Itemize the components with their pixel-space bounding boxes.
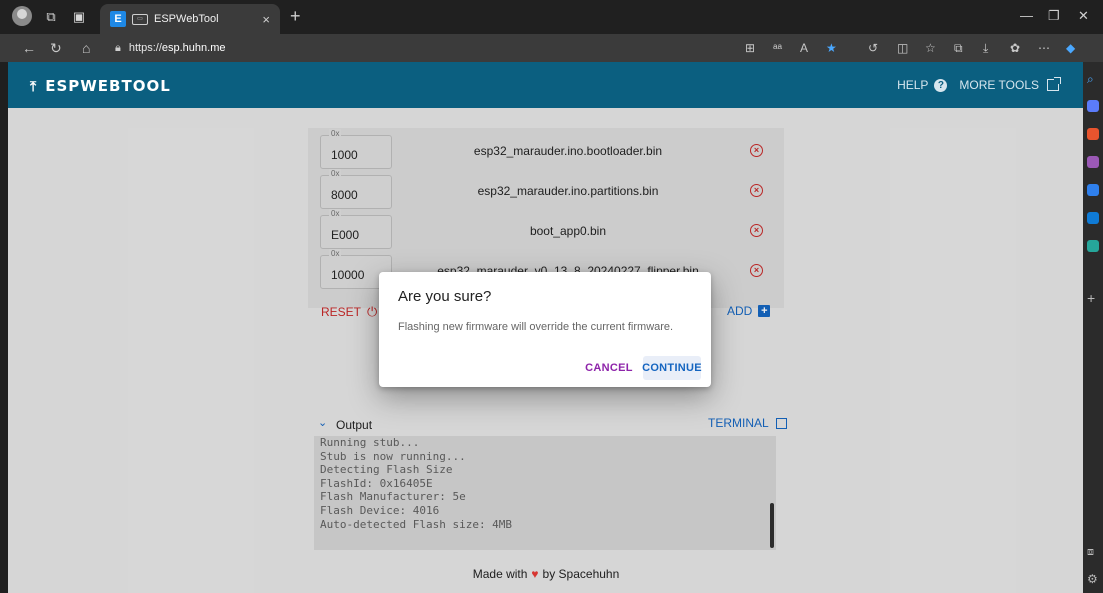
browser-tab-strip: ⧉ ▣ E ▭ ESPWebTool × + — ❐ ✕ — [0, 0, 1103, 34]
favorite-star-icon[interactable]: ★ — [826, 41, 837, 55]
help-icon[interactable]: ? — [934, 78, 948, 92]
url-text: https://esp.huhn.me — [128, 42, 226, 54]
tab-espwebtool[interactable]: E ▭ ESPWebTool × — [100, 4, 280, 34]
address-bar: ← ↻ ⌂ 🔒︎ https://esp.huhn.me ⊞ ᵃᵃ A ★ ↺ … — [0, 34, 1103, 62]
more-menu-icon[interactable]: ⋯ — [1038, 41, 1050, 55]
downloads-icon[interactable]: ⤓ — [983, 41, 988, 56]
dialog-title: Are you sure? — [398, 288, 492, 305]
sidebar-shopping-icon[interactable] — [1087, 128, 1099, 140]
help-link[interactable]: HELP — [897, 78, 928, 92]
external-link-icon[interactable] — [1047, 77, 1061, 91]
profile-avatar[interactable] — [12, 6, 32, 26]
back-icon[interactable]: ← — [22, 40, 36, 56]
home-icon[interactable]: ⌂ — [82, 40, 90, 56]
favorites-icon[interactable]: ☆ — [925, 41, 936, 55]
copilot-icon[interactable]: ◆ — [1066, 41, 1075, 55]
browser-sidebar: ⌕ + ⧈ ⚙ — [1083, 62, 1103, 593]
sidebar-settings-icon[interactable]: ⚙ — [1087, 572, 1099, 586]
continue-button[interactable]: CONTINUE — [642, 356, 702, 380]
web-page: ⤒ ESPWEBTOOL HELP ? MORE TOOLS 0x 1000 es… — [8, 62, 1083, 593]
refresh-icon[interactable]: ↻ — [50, 40, 62, 57]
confirm-dialog: Are you sure? Flashing new firmware will… — [379, 272, 711, 387]
search-icon[interactable]: ⌕ — [1087, 72, 1099, 86]
sidebar-send-icon[interactable] — [1087, 240, 1099, 252]
lock-icon: 🔒︎ — [115, 41, 121, 54]
app-header: ⤒ ESPWEBTOOL HELP ? MORE TOOLS — [8, 62, 1083, 108]
tab-title: ESPWebTool — [154, 13, 219, 25]
more-tools-link[interactable]: MORE TOOLS — [959, 78, 1039, 92]
apps-icon[interactable]: ⊞ — [745, 41, 755, 55]
collections-icon[interactable]: ⧉ — [954, 41, 963, 56]
dialog-message: Flashing new firmware will override the … — [398, 321, 674, 333]
new-tab-button[interactable]: + — [290, 6, 301, 27]
upload-arrow-icon: ⤒ — [30, 79, 38, 95]
refresh-extension-icon[interactable]: ↺ — [868, 41, 878, 55]
workspaces-icon[interactable]: ⧉ — [42, 8, 60, 26]
sidebar-people-icon[interactable] — [1087, 156, 1099, 168]
sidebar-screenshot-icon[interactable]: ⧈ — [1087, 546, 1099, 558]
close-tab-icon[interactable]: × — [262, 12, 270, 27]
sidebar-outlook-icon[interactable] — [1087, 212, 1099, 224]
split-screen-icon[interactable]: ◫ — [897, 41, 908, 55]
espwebtool-favicon-icon: E — [110, 11, 126, 27]
cancel-button[interactable]: CANCEL — [584, 356, 634, 380]
read-aloud-icon[interactable]: ᵃᵃ — [773, 41, 782, 55]
text-icon[interactable]: A — [800, 41, 808, 55]
app-brand[interactable]: ⤒ ESPWEBTOOL — [30, 77, 171, 95]
minimize-icon[interactable]: — — [1020, 8, 1033, 23]
restore-icon[interactable]: ❐ — [1048, 8, 1060, 24]
media-badge-icon: ▭ — [132, 13, 148, 25]
close-window-icon[interactable]: ✕ — [1078, 8, 1089, 24]
add-sidebar-icon[interactable]: + — [1087, 290, 1099, 306]
extensions-icon[interactable]: ✿ — [1010, 41, 1020, 55]
sidebar-games-icon[interactable] — [1087, 184, 1099, 196]
tab-actions-icon[interactable]: ▣ — [70, 8, 88, 26]
sidebar-tag-icon[interactable] — [1087, 100, 1099, 112]
